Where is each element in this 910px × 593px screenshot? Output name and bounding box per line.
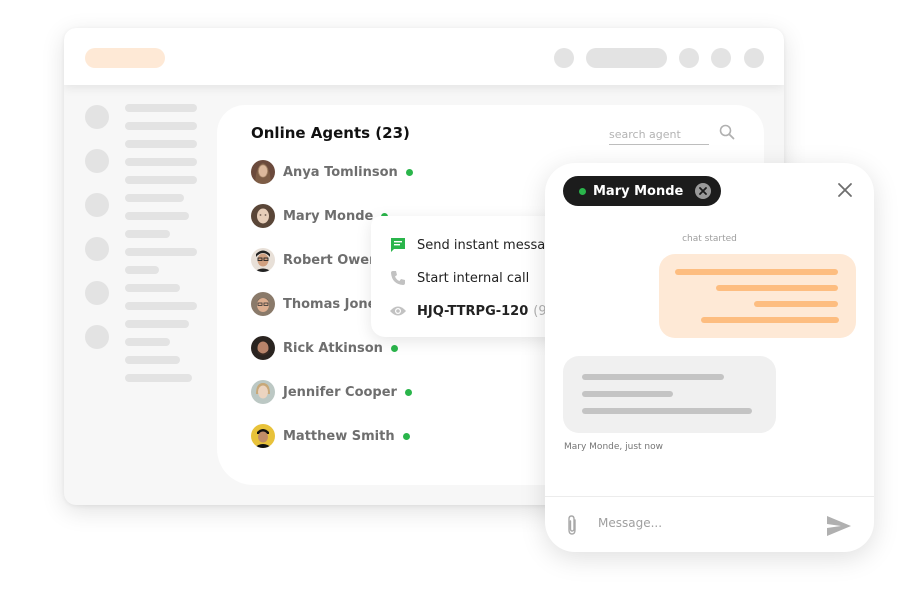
avatar <box>251 204 275 228</box>
agent-name: Rick Atkinson <box>283 340 383 356</box>
avatar <box>251 424 275 448</box>
agent-list-item[interactable]: Mary Monde <box>251 204 389 228</box>
search-input[interactable] <box>609 125 709 141</box>
message-line-placeholder <box>582 374 724 380</box>
agent-name: Thomas Jones <box>283 296 385 312</box>
top-bar <box>64 28 784 85</box>
sidebar-line-placeholder <box>125 248 197 256</box>
topbar-icon-placeholder[interactable] <box>744 48 764 68</box>
sidebar-line-placeholder <box>125 176 197 184</box>
sidebar-line-placeholder <box>125 266 159 274</box>
ticket-id: HJQ-TTRPG-120 <box>417 303 529 319</box>
sidebar-line-placeholder <box>125 230 170 238</box>
sidebar-line-placeholder <box>125 284 180 292</box>
sidebar-line-placeholder <box>125 212 189 220</box>
agent-name: Matthew Smith <box>283 428 395 444</box>
sidebar-line-placeholder <box>125 158 197 166</box>
topbar-icon-placeholder[interactable] <box>554 48 574 68</box>
message-line-placeholder <box>675 269 838 275</box>
avatar <box>251 380 275 404</box>
avatar <box>251 292 275 316</box>
sidebar-icon-placeholder[interactable] <box>85 149 109 173</box>
agent-name: Jennifer Cooper <box>283 384 397 400</box>
online-status-dot <box>404 388 412 396</box>
sidebar-icon-placeholder[interactable] <box>85 237 109 261</box>
online-status-dot <box>579 187 586 195</box>
message-input[interactable] <box>598 516 798 530</box>
page-title: Online Agents (23) <box>251 124 410 142</box>
agent-context-menu: Send instant message Start internal call… <box>371 216 571 337</box>
menu-item-label: Start internal call <box>417 270 530 286</box>
sidebar-line-placeholder <box>125 104 197 112</box>
avatar <box>251 248 275 272</box>
sidebar <box>64 85 217 505</box>
sidebar-line-placeholder <box>125 140 197 148</box>
message-line-placeholder <box>754 301 838 307</box>
sidebar-line-placeholder <box>125 302 197 310</box>
sidebar-line-placeholder <box>125 338 170 346</box>
avatar <box>251 336 275 360</box>
agent-name: Robert Owen <box>283 252 379 268</box>
topbar-icon-placeholder[interactable] <box>679 48 699 68</box>
chat-contact-chip[interactable]: Mary Monde <box>563 176 722 206</box>
send-instant-message-item[interactable]: Send instant message <box>389 235 561 255</box>
agent-list-item[interactable]: Anya Tomlinson <box>251 160 413 184</box>
agent-list-item[interactable]: Matthew Smith <box>251 424 410 448</box>
sidebar-line-placeholder <box>125 320 189 328</box>
message-line-placeholder <box>582 391 673 397</box>
chat-system-message: chat started <box>682 234 737 244</box>
eye-icon <box>389 302 407 320</box>
search-icon[interactable] <box>719 124 735 140</box>
logo-placeholder <box>85 48 165 68</box>
agent-name: Mary Monde <box>283 208 374 224</box>
avatar <box>251 160 275 184</box>
close-chat-button[interactable] <box>837 182 853 198</box>
online-status-dot <box>405 168 413 176</box>
attachment-icon[interactable] <box>564 514 580 536</box>
sidebar-icon-placeholder[interactable] <box>85 105 109 129</box>
sidebar-line-placeholder <box>125 122 197 130</box>
online-status-dot <box>402 432 410 440</box>
sidebar-line-placeholder <box>125 194 184 202</box>
online-status-dot <box>390 344 398 352</box>
outgoing-message-bubble <box>659 254 856 338</box>
chat-panel: Mary Monde chat started Mary Monde, just… <box>545 163 874 552</box>
chat-contact-name: Mary Monde <box>593 183 684 199</box>
message-meta: Mary Monde, just now <box>564 442 663 452</box>
sidebar-line-placeholder <box>125 374 192 382</box>
topbar-pill-placeholder[interactable] <box>586 48 667 68</box>
agent-list-item[interactable]: Rick Atkinson <box>251 336 398 360</box>
incoming-message-bubble <box>563 356 776 433</box>
sidebar-icon-placeholder[interactable] <box>85 193 109 217</box>
phone-icon <box>389 269 407 287</box>
view-ticket-item[interactable]: HJQ-TTRPG-120 (9s) <box>389 301 558 321</box>
start-internal-call-item[interactable]: Start internal call <box>389 268 529 288</box>
message-line-placeholder <box>701 317 839 323</box>
sidebar-line-placeholder <box>125 356 180 364</box>
message-line-placeholder <box>582 408 752 414</box>
chat-message-icon <box>389 236 407 254</box>
sidebar-icon-placeholder[interactable] <box>85 281 109 305</box>
remove-contact-button[interactable] <box>695 183 712 199</box>
agent-list-item[interactable]: Jennifer Cooper <box>251 380 412 404</box>
message-line-placeholder <box>716 285 838 291</box>
send-icon[interactable] <box>826 515 852 537</box>
topbar-icon-placeholder[interactable] <box>711 48 731 68</box>
sidebar-icon-placeholder[interactable] <box>85 325 109 349</box>
close-icon <box>699 187 708 195</box>
message-composer <box>545 496 874 552</box>
search-field[interactable] <box>609 123 709 145</box>
menu-item-label: Send instant message <box>417 237 562 253</box>
agent-name: Anya Tomlinson <box>283 164 398 180</box>
